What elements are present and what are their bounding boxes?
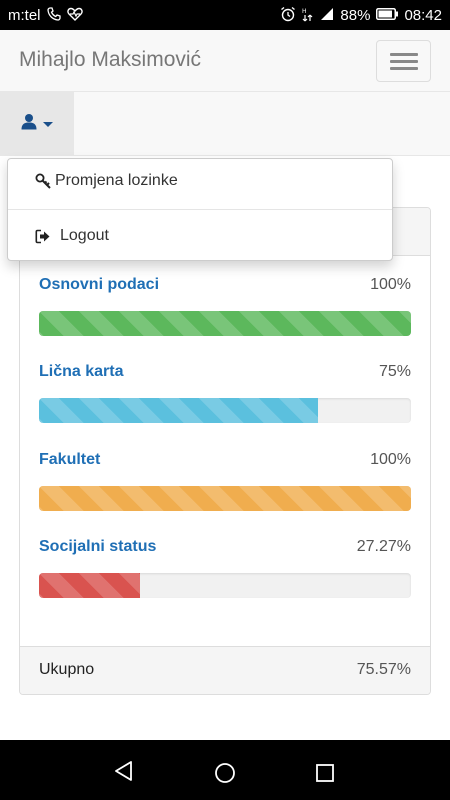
status-bar: m:tel H 88% 08:42 — [0, 0, 450, 30]
menu-item-change-password[interactable]: Promjena lozinke — [8, 159, 392, 205]
total-label: Ukupno — [39, 661, 95, 678]
battery-percent: 88% — [340, 6, 371, 24]
progress-track — [39, 486, 411, 511]
progress-bar-fill — [39, 398, 318, 423]
progress-label[interactable]: Osnovni podaci — [39, 276, 159, 294]
alarm-icon — [280, 6, 296, 24]
progress-label[interactable]: Fakultet — [39, 451, 100, 469]
recents-icon[interactable] — [316, 764, 334, 787]
svg-text:H: H — [302, 8, 307, 15]
menu-item-label: Logout — [60, 227, 109, 244]
progress-track — [39, 398, 411, 423]
menu-item-logout[interactable]: Logout — [8, 214, 392, 260]
progress-label[interactable]: Socijalni status — [39, 538, 156, 556]
user-dropdown-menu: Promjena lozinke Logout — [7, 158, 393, 261]
user-menu-toggle[interactable] — [0, 92, 74, 156]
sign-out-icon — [35, 229, 51, 249]
brand-name[interactable]: Mihajlo Maksimović — [19, 48, 201, 72]
status-bar-left: m:tel — [8, 7, 83, 24]
chevron-down-icon — [43, 121, 53, 127]
signal-icon — [320, 7, 334, 23]
panel-footer: Ukupno 75.57% — [20, 646, 430, 694]
progress-bar-fill — [39, 486, 411, 511]
system-navigation-bar — [0, 740, 450, 800]
total-value: 75.57% — [356, 661, 411, 678]
progress-panel: Osnovni podaci 100% Lična karta 75% Faku… — [19, 207, 431, 695]
clock-time: 08:42 — [404, 6, 442, 24]
top-navbar: Mihajlo Maksimović — [0, 30, 450, 92]
heart-rate-icon — [66, 7, 83, 23]
phone-icon — [46, 7, 61, 23]
progress-percent: 75% — [378, 363, 411, 380]
status-bar-right: H 88% 08:42 — [280, 6, 442, 24]
progress-track — [39, 573, 411, 598]
hd-signal-icon: H — [302, 6, 314, 24]
battery-icon — [376, 8, 399, 22]
progress-label[interactable]: Lična karta — [39, 363, 123, 381]
menu-item-label: Promjena lozinke — [55, 172, 178, 189]
key-icon — [35, 173, 52, 195]
progress-percent: 100% — [370, 276, 411, 293]
progress-percent: 27.27% — [356, 538, 411, 555]
progress-percent: 100% — [370, 451, 411, 468]
progress-bar-fill — [39, 573, 141, 598]
navbar-toggle-button[interactable] — [376, 40, 431, 82]
user-icon — [21, 113, 37, 135]
progress-bar-fill — [39, 311, 411, 336]
user-nav-row — [0, 92, 450, 156]
home-icon[interactable] — [214, 762, 236, 789]
carrier-label: m:tel — [8, 6, 41, 24]
back-icon[interactable] — [113, 760, 135, 787]
menu-divider — [8, 209, 392, 210]
progress-track — [39, 311, 411, 336]
